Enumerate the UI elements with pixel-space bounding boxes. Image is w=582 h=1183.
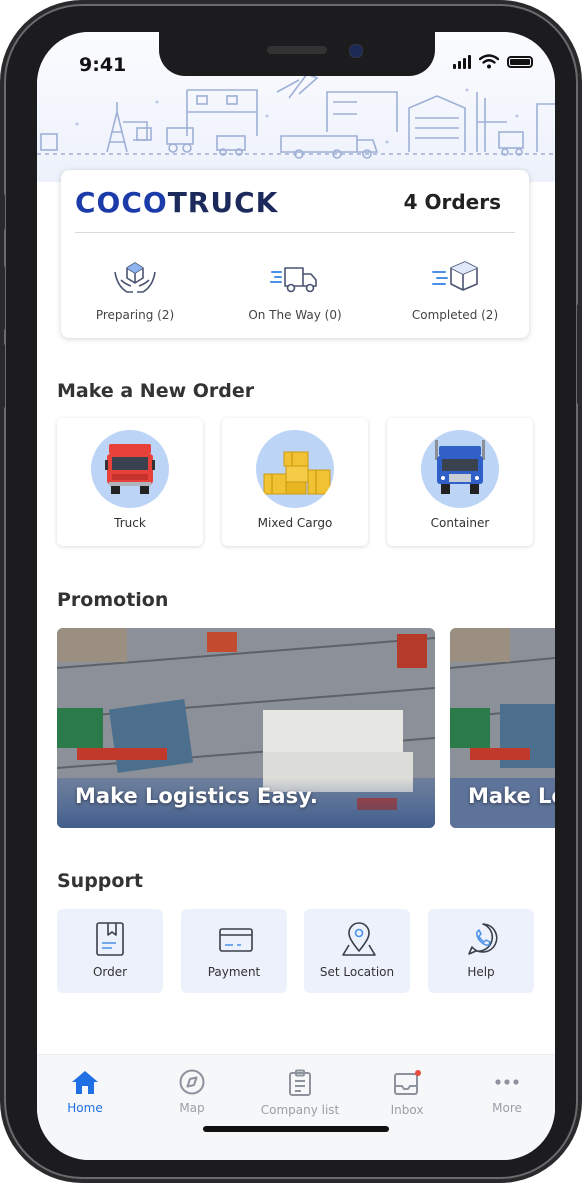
- bottom-tab-bar: Home Map Company list Inbox More: [37, 1054, 555, 1160]
- order-option-container-label: Container: [430, 516, 490, 530]
- brand-logo-part2: TRUCK: [167, 186, 279, 219]
- tab-more-label: More: [492, 1101, 522, 1115]
- support-order[interactable]: Order: [57, 909, 163, 993]
- power-button: [577, 304, 581, 404]
- brand-logo: COCOTRUCK: [75, 186, 278, 219]
- truck-image-bg: [91, 430, 169, 508]
- support-set-location-label: Set Location: [319, 965, 395, 979]
- volume-up-button: [1, 266, 5, 330]
- stat-preparing[interactable]: Preparing (2): [65, 258, 205, 322]
- promotion-title: Promotion: [57, 589, 169, 611]
- support-payment-label: Payment: [207, 965, 261, 979]
- status-icons: [453, 54, 533, 69]
- battery-icon: [507, 55, 533, 68]
- tab-company-list-label: Company list: [260, 1103, 340, 1117]
- promo-banner-1-text: Make Logistics Easy.: [75, 784, 318, 808]
- order-option-mixed-cargo-label: Mixed Cargo: [257, 516, 333, 530]
- promo-banner-2-text: Make Logistics Easy.: [468, 784, 555, 808]
- cargo-boxes-icon: [263, 451, 331, 495]
- orders-count: 4 Orders: [403, 190, 501, 214]
- tab-home-label: Home: [67, 1101, 103, 1115]
- whatsapp-phone-icon: [468, 923, 498, 955]
- more-dots-icon: [495, 1079, 519, 1085]
- tab-home[interactable]: Home: [37, 1069, 135, 1115]
- support-order-label: Order: [92, 965, 128, 979]
- wifi-icon: [479, 54, 499, 69]
- tab-map[interactable]: Map: [142, 1069, 242, 1115]
- moving-truck-icon: [270, 267, 317, 293]
- brand-logo-part1: COCO: [75, 186, 168, 219]
- support-title: Support: [57, 870, 143, 892]
- order-option-truck[interactable]: Truck: [57, 418, 203, 546]
- tab-inbox-label: Inbox: [390, 1103, 424, 1117]
- card-divider: [75, 232, 515, 233]
- tab-company-list[interactable]: Company list: [250, 1069, 350, 1117]
- delivered-box-icon: [432, 261, 478, 291]
- orders-summary-card[interactable]: COCOTRUCK 4 Orders Preparing (2) On The …: [61, 170, 529, 338]
- stat-completed-label: Completed (2): [411, 308, 499, 322]
- status-time: 9:41: [79, 54, 127, 76]
- home-icon: [72, 1071, 98, 1094]
- tab-map-label: Map: [179, 1101, 205, 1115]
- compass-icon: [179, 1069, 205, 1095]
- stat-on-the-way-label: On The Way (0): [248, 308, 342, 322]
- mixed-cargo-image-bg: [256, 430, 334, 508]
- map-pin-icon: [342, 922, 376, 956]
- support-set-location[interactable]: Set Location: [304, 909, 410, 993]
- bookmark-document-icon: [96, 922, 124, 956]
- inbox-icon: [394, 1070, 421, 1095]
- credit-card-icon: [219, 928, 253, 952]
- order-option-truck-label: Truck: [114, 516, 146, 530]
- tab-more[interactable]: More: [457, 1069, 555, 1115]
- order-option-mixed-cargo[interactable]: Mixed Cargo: [222, 418, 368, 546]
- inbox-notification-dot: [415, 1070, 421, 1076]
- red-truck-icon: [105, 444, 155, 494]
- tab-inbox[interactable]: Inbox: [357, 1069, 457, 1117]
- phone-frame: 9:41 COCOTRUCK 4 Orders Preparing (2) On…: [1, 4, 581, 1179]
- speaker-grille: [267, 46, 327, 54]
- stat-preparing-label: Preparing (2): [95, 308, 175, 322]
- container-image-bg: [421, 430, 499, 508]
- blue-truck-icon: [435, 440, 485, 494]
- support-help-label: Help: [467, 965, 495, 979]
- notch: [159, 32, 435, 76]
- stat-on-the-way[interactable]: On The Way (0): [225, 258, 365, 322]
- clipboard-list-icon: [289, 1069, 311, 1096]
- front-camera: [349, 44, 363, 58]
- cellular-signal-icon: [453, 54, 471, 69]
- hands-box-icon: [114, 262, 156, 293]
- promo-banner-1[interactable]: Make Logistics Easy.: [57, 628, 435, 828]
- support-help[interactable]: Help: [428, 909, 534, 993]
- promo-banner-2[interactable]: Make Logistics Easy.: [450, 628, 555, 828]
- mute-switch: [1, 194, 5, 230]
- order-option-container[interactable]: Container: [387, 418, 533, 546]
- volume-down-button: [1, 344, 5, 408]
- support-payment[interactable]: Payment: [181, 909, 287, 993]
- screen: 9:41 COCOTRUCK 4 Orders Preparing (2) On…: [37, 32, 555, 1160]
- new-order-title: Make a New Order: [57, 380, 255, 402]
- home-indicator[interactable]: [203, 1126, 389, 1132]
- stat-completed[interactable]: Completed (2): [385, 258, 525, 322]
